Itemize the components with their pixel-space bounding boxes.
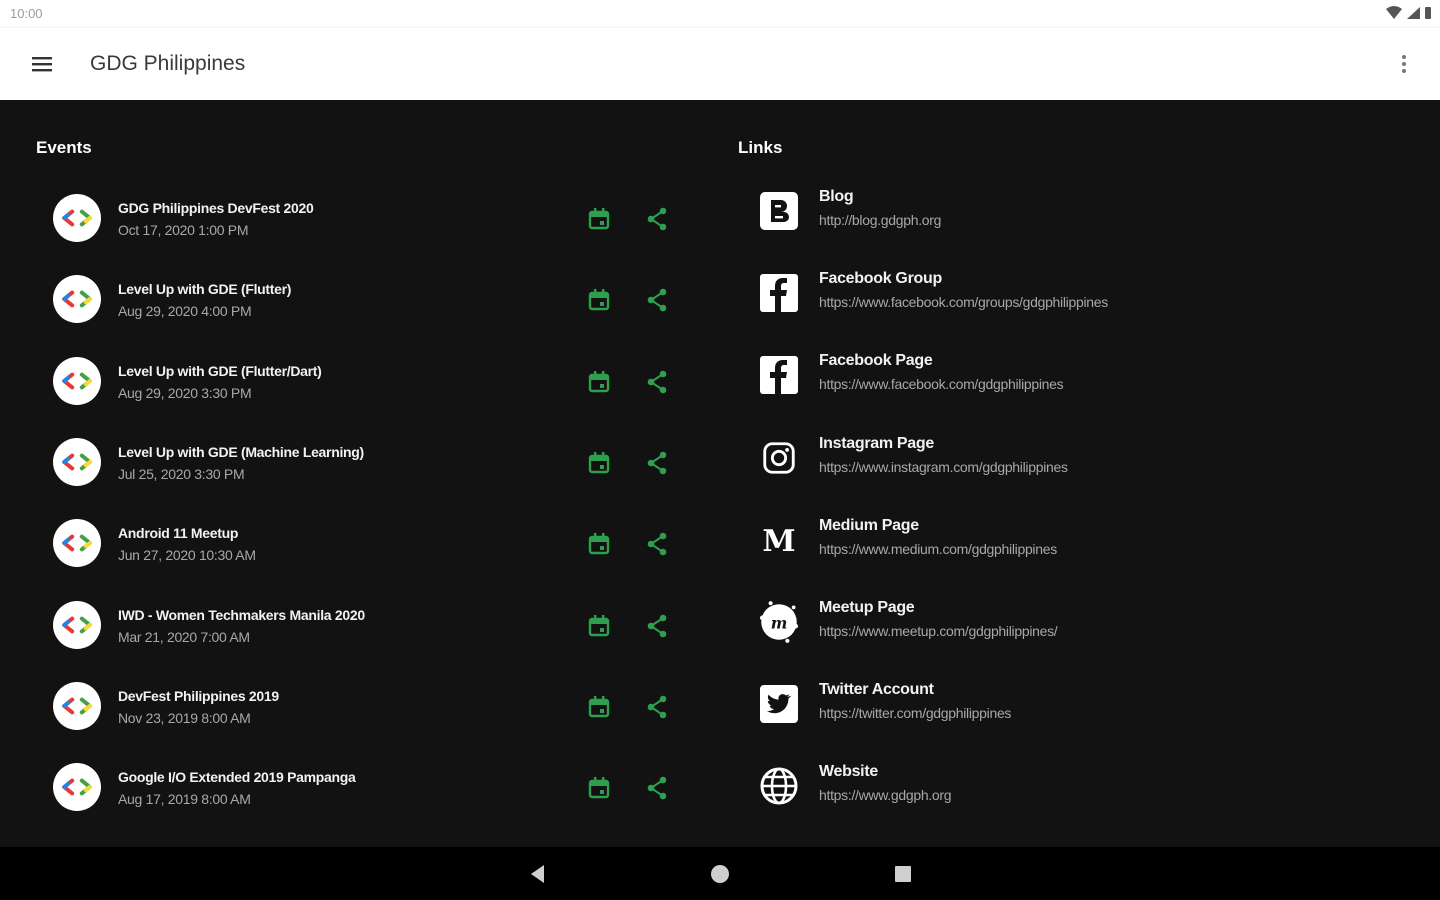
add-to-calendar-icon[interactable] (586, 613, 612, 639)
meetup-icon: m (756, 599, 802, 645)
event-name: Level Up with GDE (Machine Learning) (118, 443, 364, 460)
event-name: DevFest Philippines 2019 (118, 687, 279, 704)
facebook-icon (756, 270, 802, 316)
link-url: https://www.facebook.com/gdgphilippines (819, 376, 1064, 393)
add-to-calendar-icon[interactable] (586, 531, 612, 557)
facebook-icon (756, 352, 802, 398)
share-icon[interactable] (644, 450, 670, 476)
gdg-logo-icon (53, 763, 101, 812)
recents-icon[interactable] (890, 861, 916, 887)
link-url: https://www.gdgph.org (819, 787, 952, 804)
events-section-title: Events (36, 138, 92, 157)
share-icon[interactable] (644, 287, 670, 313)
app-bar: GDG Philippines (0, 28, 1440, 100)
link-name: Facebook Page (819, 352, 933, 370)
wifi-icon (1386, 6, 1402, 19)
event-date: Oct 17, 2020 1:00 PM (118, 222, 249, 238)
add-to-calendar-icon[interactable] (586, 775, 612, 801)
event-row[interactable]: Level Up with GDE (Machine Learning) Jul … (36, 424, 696, 505)
twitter-icon (756, 681, 802, 727)
event-date: Aug 29, 2020 4:00 PM (118, 303, 252, 320)
gdg-logo-icon (53, 519, 101, 568)
event-row[interactable]: Android 11 Meetup Jun 27, 2020 10:30 AM (36, 505, 696, 586)
link-row[interactable]: Twitter Account https://twitter.com/gdgph… (738, 665, 1418, 747)
event-name: Level Up with GDE (Flutter) (118, 281, 292, 298)
link-url: https://twitter.com/gdgphilippines (819, 705, 1012, 722)
link-name: Twitter Account (819, 681, 934, 699)
event-row[interactable]: Level Up with GDE (Flutter/Dart) Aug 29, … (36, 343, 696, 424)
links-section-title: Links (738, 138, 783, 157)
blogger-icon (756, 188, 802, 234)
status-bar: 10:00 (0, 0, 1440, 28)
link-url: https://www.instagram.com/gdgphilippines (819, 458, 1068, 475)
add-to-calendar-icon[interactable] (586, 450, 612, 476)
event-name: Android 11 Meetup (118, 525, 239, 542)
main-content: Events Links GDG Philippines DevFest 202… (0, 100, 1440, 847)
link-url: http://blog.gdgph.org (819, 212, 942, 228)
event-row[interactable]: Google I/O Extended 2019 Pampanga Aug 17,… (36, 749, 696, 830)
link-name: Facebook Group (819, 270, 942, 288)
instagram-icon (756, 435, 802, 481)
gdg-logo-icon (53, 194, 101, 242)
event-date: Nov 23, 2019 8:00 AM (118, 709, 251, 726)
gdg-logo-icon (53, 600, 101, 649)
link-url: https://www.meetup.com/gdgphilippines/ (819, 623, 1058, 639)
link-row[interactable]: Facebook Group https://www.facebook.com/g… (738, 254, 1418, 336)
share-icon[interactable] (644, 775, 670, 801)
system-icons (1386, 6, 1432, 20)
event-name: IWD - Women Techmakers Manila 2020 (118, 606, 365, 623)
link-row[interactable]: Instagram Page https://www.instagram.com/… (738, 419, 1418, 501)
link-name: Blog (819, 188, 854, 205)
add-to-calendar-icon[interactable] (586, 369, 612, 395)
link-row[interactable]: Website https://www.gdgph.org (738, 747, 1418, 829)
share-icon[interactable] (644, 613, 670, 639)
svg-text:m: m (771, 613, 788, 632)
event-date: Mar 21, 2020 7:00 AM (118, 628, 250, 645)
event-row[interactable]: GDG Philippines DevFest 2020 Oct 17, 2020… (36, 180, 696, 261)
battery-icon (1425, 7, 1431, 19)
add-to-calendar-icon[interactable] (586, 287, 612, 313)
event-date: Jun 27, 2020 10:30 AM (118, 547, 256, 564)
event-row[interactable]: DevFest Philippines 2019 Nov 23, 2019 8:0… (36, 668, 696, 749)
more-options-icon[interactable] (1390, 50, 1418, 78)
event-name: GDG Philippines DevFest 2020 (118, 200, 314, 216)
link-name: Website (819, 763, 878, 781)
event-date: Jul 25, 2020 3:30 PM (118, 465, 245, 482)
link-row[interactable]: M Medium Page https://www.medium.com/gdgph… (738, 501, 1418, 583)
gdg-logo-icon (53, 275, 101, 324)
event-date: Aug 29, 2020 3:30 PM (118, 384, 252, 401)
link-name: Instagram Page (819, 434, 934, 452)
link-url: https://www.medium.com/gdgphilippines (819, 540, 1057, 557)
system-nav-bar (0, 847, 1440, 900)
link-name: Meetup Page (819, 599, 915, 616)
link-row[interactable]: m Meetup Page https://www.meetup.com/gdgph… (738, 583, 1418, 665)
gdg-logo-icon (53, 356, 101, 405)
link-name: Medium Page (819, 516, 919, 534)
cell-signal-icon (1407, 7, 1420, 19)
menu-icon[interactable] (28, 50, 56, 78)
back-icon[interactable] (525, 861, 551, 887)
gdg-logo-icon (53, 681, 101, 730)
globe-icon (756, 763, 802, 809)
event-date: Aug 17, 2019 8:00 AM (118, 791, 251, 808)
share-icon[interactable] (644, 369, 670, 395)
share-icon[interactable] (644, 694, 670, 720)
link-row[interactable]: Blog http://blog.gdgph.org (738, 172, 1418, 254)
add-to-calendar-icon[interactable] (586, 694, 612, 720)
event-name: Google I/O Extended 2019 Pampanga (118, 769, 356, 786)
app-title: GDG Philippines (90, 52, 246, 75)
add-to-calendar-icon[interactable] (586, 206, 612, 232)
svg-text:M: M (762, 524, 795, 559)
event-row[interactable]: IWD - Women Techmakers Manila 2020 Mar 21… (36, 587, 696, 668)
link-url: https://www.facebook.com/groups/gdgphili… (819, 294, 1108, 311)
event-name: Level Up with GDE (Flutter/Dart) (118, 362, 322, 379)
home-icon[interactable] (707, 861, 733, 887)
share-icon[interactable] (644, 206, 670, 232)
event-row[interactable]: Level Up with GDE (Flutter) Aug 29, 2020 … (36, 261, 696, 342)
status-time: 10:00 (10, 6, 43, 21)
share-icon[interactable] (644, 531, 670, 557)
medium-icon: M (756, 517, 802, 563)
link-row[interactable]: Facebook Page https://www.facebook.com/gd… (738, 336, 1418, 418)
gdg-logo-icon (53, 437, 101, 486)
